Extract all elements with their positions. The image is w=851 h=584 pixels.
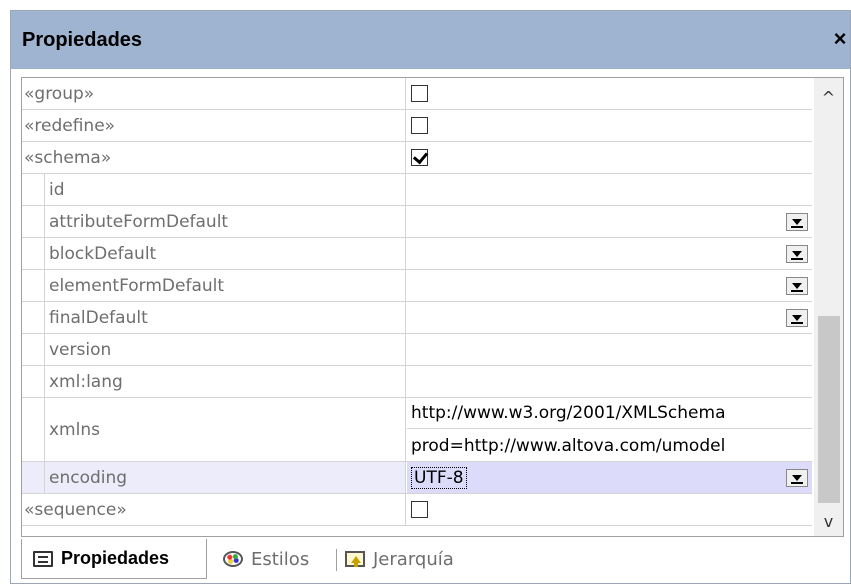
property-row-encoding[interactable]: encoding UTF-8 <box>22 462 812 494</box>
property-row-version[interactable]: version <box>22 334 812 366</box>
property-label: xml:lang <box>22 366 406 398</box>
property-label: «redefine» <box>22 110 406 141</box>
property-row-finaldefault[interactable]: finalDefault <box>22 302 812 334</box>
tab-jerarquia[interactable]: Jerarquía <box>345 539 454 579</box>
property-row-elementformdefault[interactable]: elementFormDefault <box>22 270 812 302</box>
palette-icon <box>223 551 243 567</box>
property-label: «group» <box>22 78 406 109</box>
panel-title: Propiedades <box>22 29 143 51</box>
group-checkbox[interactable] <box>411 85 428 102</box>
blockdefault-value[interactable] <box>407 238 812 269</box>
scrollbar-thumb[interactable] <box>818 316 840 503</box>
property-label: attributeFormDefault <box>22 206 406 238</box>
tab-estilos[interactable]: Estilos <box>223 539 309 579</box>
property-label: «schema» <box>22 142 406 173</box>
attributeformdefault-value[interactable] <box>407 206 812 237</box>
dropdown-arrow-icon[interactable] <box>786 244 808 263</box>
vertical-scrollbar[interactable]: ^ v <box>814 78 843 536</box>
finaldefault-value[interactable] <box>407 302 812 333</box>
xml-lang-value[interactable] <box>407 366 812 397</box>
property-label: xmlns <box>22 398 406 462</box>
property-label: elementFormDefault <box>22 270 406 302</box>
xmlns-value[interactable]: http://www.w3.org/2001/XMLSchema <box>407 398 812 429</box>
dropdown-value: UTF-8 <box>411 466 467 489</box>
property-row-xml-lang[interactable]: xml:lang <box>22 366 812 398</box>
property-row-blockdefault[interactable]: blockDefault <box>22 238 812 270</box>
property-label: blockDefault <box>22 238 406 270</box>
panel-titlebar: Propiedades × <box>11 11 850 69</box>
dropdown-arrow-icon[interactable] <box>786 308 808 327</box>
elementformdefault-value[interactable] <box>407 270 812 301</box>
property-label: id <box>22 174 406 206</box>
property-row-xmlns[interactable]: xmlns http://www.w3.org/2001/XMLSchema p… <box>22 398 812 462</box>
id-value[interactable] <box>407 174 812 205</box>
property-label: finalDefault <box>22 302 406 334</box>
property-row-attributeformdefault[interactable]: attributeFormDefault <box>22 206 812 238</box>
tab-label: Propiedades <box>61 548 170 568</box>
property-row-redefine[interactable]: «redefine» <box>22 110 812 142</box>
redefine-checkbox[interactable] <box>411 117 428 134</box>
dropdown-arrow-icon[interactable] <box>786 468 808 487</box>
tab-propiedades[interactable]: Propiedades <box>21 539 207 579</box>
version-value[interactable] <box>407 334 812 365</box>
tab-label: Jerarquía <box>373 548 454 570</box>
property-label: version <box>22 334 406 366</box>
property-row-id[interactable]: id <box>22 174 812 206</box>
hierarchy-icon <box>345 551 365 567</box>
dropdown-arrow-icon[interactable] <box>786 212 808 231</box>
xmlns-value[interactable]: prod=http://www.altova.com/umodel <box>407 430 812 461</box>
tab-label: Estilos <box>251 548 310 570</box>
encoding-value[interactable]: UTF-8 <box>407 462 812 493</box>
property-label: encoding <box>22 462 406 494</box>
properties-icon <box>33 550 53 567</box>
property-row-group[interactable]: «group» <box>22 78 812 110</box>
property-grid: «group» «redefine» «schema» id attribute… <box>21 77 844 537</box>
sequence-checkbox[interactable] <box>411 501 428 518</box>
close-icon[interactable]: × <box>828 25 851 53</box>
tab-divider <box>336 549 337 571</box>
panel-tabs: Propiedades Estilos Jerarquía <box>11 539 850 583</box>
property-row-schema[interactable]: «schema» <box>22 142 812 174</box>
schema-checkbox[interactable] <box>411 149 428 166</box>
scroll-up-icon[interactable]: ^ <box>814 82 843 112</box>
property-row-sequence[interactable]: «sequence» <box>22 494 812 526</box>
property-label: «sequence» <box>22 494 406 525</box>
scroll-down-icon[interactable]: v <box>814 506 843 536</box>
dropdown-arrow-icon[interactable] <box>786 276 808 295</box>
properties-panel: Propiedades × «group» «redefine» «schema… <box>10 10 851 584</box>
